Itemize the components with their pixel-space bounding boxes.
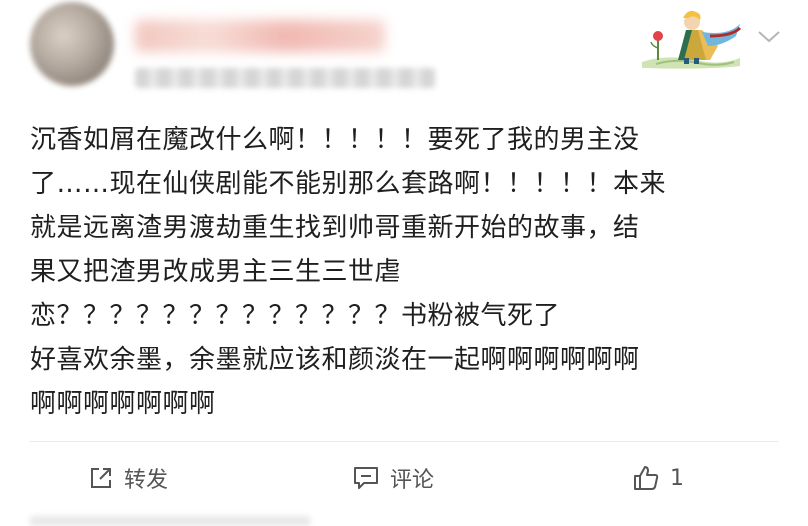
like-count: 1	[670, 465, 684, 491]
post-body-line: 好喜欢余墨，余墨就应该和颜淡在一起啊啊啊啊啊啊	[30, 345, 640, 375]
repost-label: 转发	[124, 468, 169, 493]
like-button[interactable]: 1	[632, 458, 684, 498]
share-square-icon	[91, 468, 111, 488]
thumbs-up-icon	[634, 466, 659, 490]
next-post-blurred	[30, 516, 310, 526]
post-body-line: 就是远离渣男渡劫重生找到帅哥重新开始的故事，结	[30, 213, 640, 243]
comment-dots-icon	[354, 467, 378, 489]
username-blurred[interactable]	[135, 20, 385, 52]
post-meta-blurred	[135, 68, 435, 88]
little-prince-sticker-icon	[642, 10, 742, 69]
repost-button[interactable]: 转发	[88, 458, 168, 498]
post-body: 沉香如屑在魔改什么啊！！！！！要死了我的男主没 了……现在仙侠剧能不能别那么套路…	[30, 118, 790, 426]
post-body-line: 啊啊啊啊啊啊啊	[30, 389, 216, 419]
chevron-down-icon[interactable]	[756, 26, 782, 46]
post-body-line: 恋？？？？？？？？？？？？？书粉被气死了	[30, 301, 561, 331]
weibo-post-card: 沉香如屑在魔改什么啊！！！！！要死了我的男主没 了……现在仙侠剧能不能别那么套路…	[0, 0, 808, 526]
avatar[interactable]	[30, 2, 114, 86]
divider	[30, 441, 778, 442]
post-body-line: 果又把渣男改成男主三生三世虐	[30, 257, 402, 287]
comment-label: 评论	[390, 468, 435, 493]
post-body-line: 沉香如屑在魔改什么啊！！！！！要死了我的男主没	[30, 125, 640, 155]
comment-button[interactable]: 评论	[352, 458, 434, 498]
post-body-line: 了……现在仙侠剧能不能别那么套路啊！！！！！本来	[30, 169, 667, 199]
